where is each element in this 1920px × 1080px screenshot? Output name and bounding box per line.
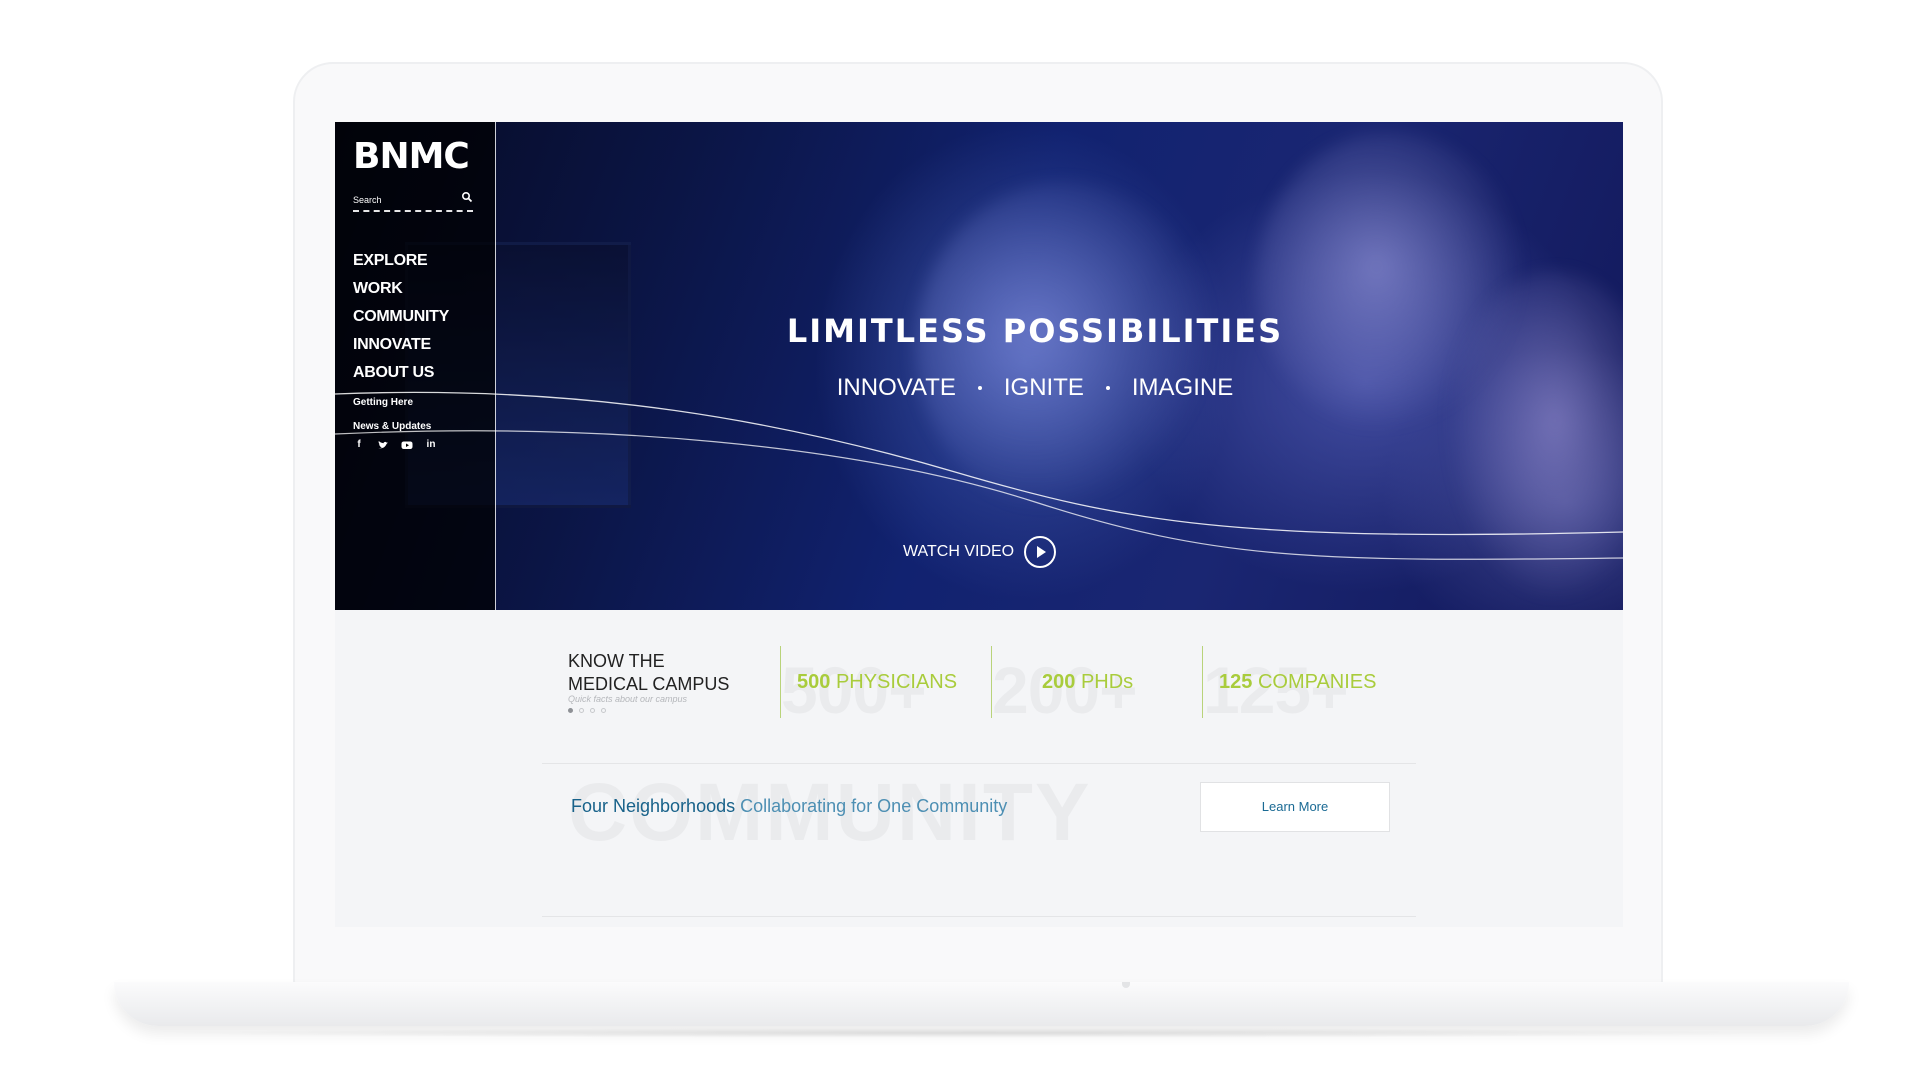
carousel-dot[interactable] xyxy=(568,708,573,713)
website-screen: BNMC EXPLORE WORK COMMUNITY INNOVATE ABO… xyxy=(335,122,1623,927)
section-divider xyxy=(542,916,1416,917)
watch-video-button[interactable]: WATCH VIDEO xyxy=(903,536,1057,568)
tagline-word: IMAGINE xyxy=(1131,374,1234,401)
heading-line-1: KNOW THE xyxy=(568,651,665,671)
carousel-dot[interactable] xyxy=(579,708,584,713)
stat-number: 125 xyxy=(1219,671,1253,693)
carousel-dots xyxy=(568,708,606,713)
tagline-word: IGNITE xyxy=(1003,374,1084,401)
stat-phds: 200+ 200 PHDs xyxy=(991,646,1138,727)
hero-tagline: INNOVATE IGNITE IMAGINE xyxy=(765,374,1305,402)
stat-label: PHDs xyxy=(1080,671,1134,693)
community-rest: Collaborating for One Community xyxy=(735,796,1008,816)
tagline-word: INNOVATE xyxy=(836,374,956,401)
community-tagline: Four Neighborhoods Collaborating for One… xyxy=(571,796,1007,817)
hero-title: LIMITLESS POSSIBILITIES xyxy=(786,312,1284,350)
laptop-shadow xyxy=(150,1028,1810,1038)
laptop-base xyxy=(114,982,1849,1026)
hero-banner: BNMC EXPLORE WORK COMMUNITY INNOVATE ABO… xyxy=(335,122,1623,610)
carousel-dot[interactable] xyxy=(601,708,606,713)
bullet-separator xyxy=(977,386,982,390)
carousel-dot[interactable] xyxy=(590,708,595,713)
heading-line-2: MEDICAL CAMPUS xyxy=(568,674,730,694)
learn-more-button[interactable]: Learn More xyxy=(1200,782,1390,832)
stat-text: 500 PHYSICIANS xyxy=(797,671,957,694)
stat-label: PHYSICIANS xyxy=(835,671,958,693)
stat-label: COMPANIES xyxy=(1257,671,1377,693)
campus-heading: KNOW THE MEDICAL CAMPUS xyxy=(568,650,729,696)
stat-text: 200 PHDs xyxy=(1042,671,1133,694)
campus-subtitle: Quick facts about our campus xyxy=(568,694,688,704)
stat-companies: 125+ 125 COMPANIES xyxy=(1202,646,1376,727)
stat-physicians: 500+ 500 PHYSICIANS xyxy=(780,646,957,727)
stat-number: 200 xyxy=(1042,671,1076,693)
play-icon[interactable] xyxy=(1024,536,1057,568)
community-strong: Four Neighborhoods xyxy=(571,796,736,816)
stat-text: 125 COMPANIES xyxy=(1219,671,1376,694)
bullet-separator xyxy=(1105,386,1110,390)
stat-number: 500 xyxy=(797,671,831,693)
watch-video-label: WATCH VIDEO xyxy=(903,543,1015,560)
section-divider xyxy=(542,763,1416,764)
